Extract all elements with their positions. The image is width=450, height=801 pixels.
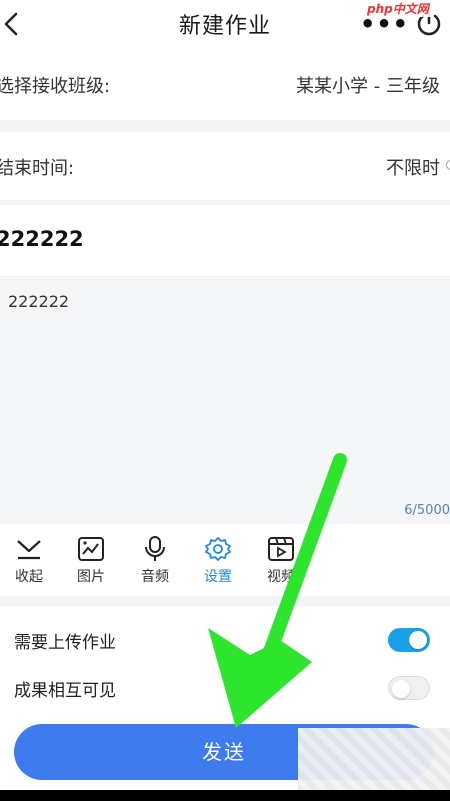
bottom-edge bbox=[0, 790, 450, 801]
image-icon bbox=[78, 537, 104, 561]
toggle-knob bbox=[392, 680, 410, 698]
homework-content-textarea[interactable]: 222222 6/5000 bbox=[0, 278, 450, 524]
tool-settings[interactable]: 设置 bbox=[193, 536, 243, 586]
editor-toolbar: 收起 图片 音频 设置 视频 bbox=[0, 526, 450, 596]
watermark-logo: php中文网 bbox=[365, 0, 431, 17]
toggle-knob bbox=[409, 631, 427, 649]
section-divider bbox=[0, 596, 450, 606]
collapse-icon bbox=[17, 540, 41, 560]
video-icon bbox=[268, 537, 294, 561]
tool-label-settings: 设置 bbox=[204, 569, 232, 585]
end-time-value: 不限时 bbox=[386, 158, 440, 179]
tool-image[interactable]: 图片 bbox=[66, 536, 116, 586]
class-label: 选择接收班级: bbox=[0, 76, 111, 97]
option-share-results: 成果相互可见 bbox=[0, 664, 450, 712]
upload-homework-label: 需要上传作业 bbox=[14, 633, 116, 653]
section-divider bbox=[0, 120, 450, 132]
tool-collapse[interactable]: 收起 bbox=[4, 536, 54, 586]
char-counter: 6/5000 bbox=[404, 503, 450, 518]
homework-title-text: 222222 bbox=[0, 227, 84, 251]
homework-title-field[interactable]: 222222 bbox=[0, 205, 450, 277]
tool-video[interactable]: 视频 bbox=[256, 536, 306, 586]
share-results-toggle[interactable] bbox=[388, 676, 430, 700]
end-time-label: 结束时间: bbox=[0, 158, 75, 179]
tool-audio[interactable]: 音频 bbox=[130, 536, 180, 586]
tool-label-audio: 音频 bbox=[141, 569, 169, 585]
settings-gear-icon bbox=[205, 537, 231, 561]
tool-label-image: 图片 bbox=[77, 569, 105, 585]
app-header: 新建作业 ••• php中文网 bbox=[0, 0, 450, 48]
class-select-row[interactable]: 选择接收班级: 某某小学 - 三年级 bbox=[0, 48, 450, 120]
share-results-label: 成果相互可见 bbox=[14, 681, 116, 701]
microphone-icon bbox=[145, 536, 165, 561]
option-upload-homework: 需要上传作业 bbox=[0, 616, 450, 664]
tool-label-collapse: 收起 bbox=[15, 569, 43, 585]
chevron-indicator-icon bbox=[446, 160, 450, 170]
class-value: 某某小学 - 三年级 bbox=[296, 76, 440, 97]
tool-label-video: 视频 bbox=[267, 569, 295, 585]
content-text: 222222 bbox=[8, 292, 70, 311]
upload-homework-toggle[interactable] bbox=[388, 628, 430, 652]
end-time-row[interactable]: 结束时间: 不限时 bbox=[0, 132, 450, 200]
